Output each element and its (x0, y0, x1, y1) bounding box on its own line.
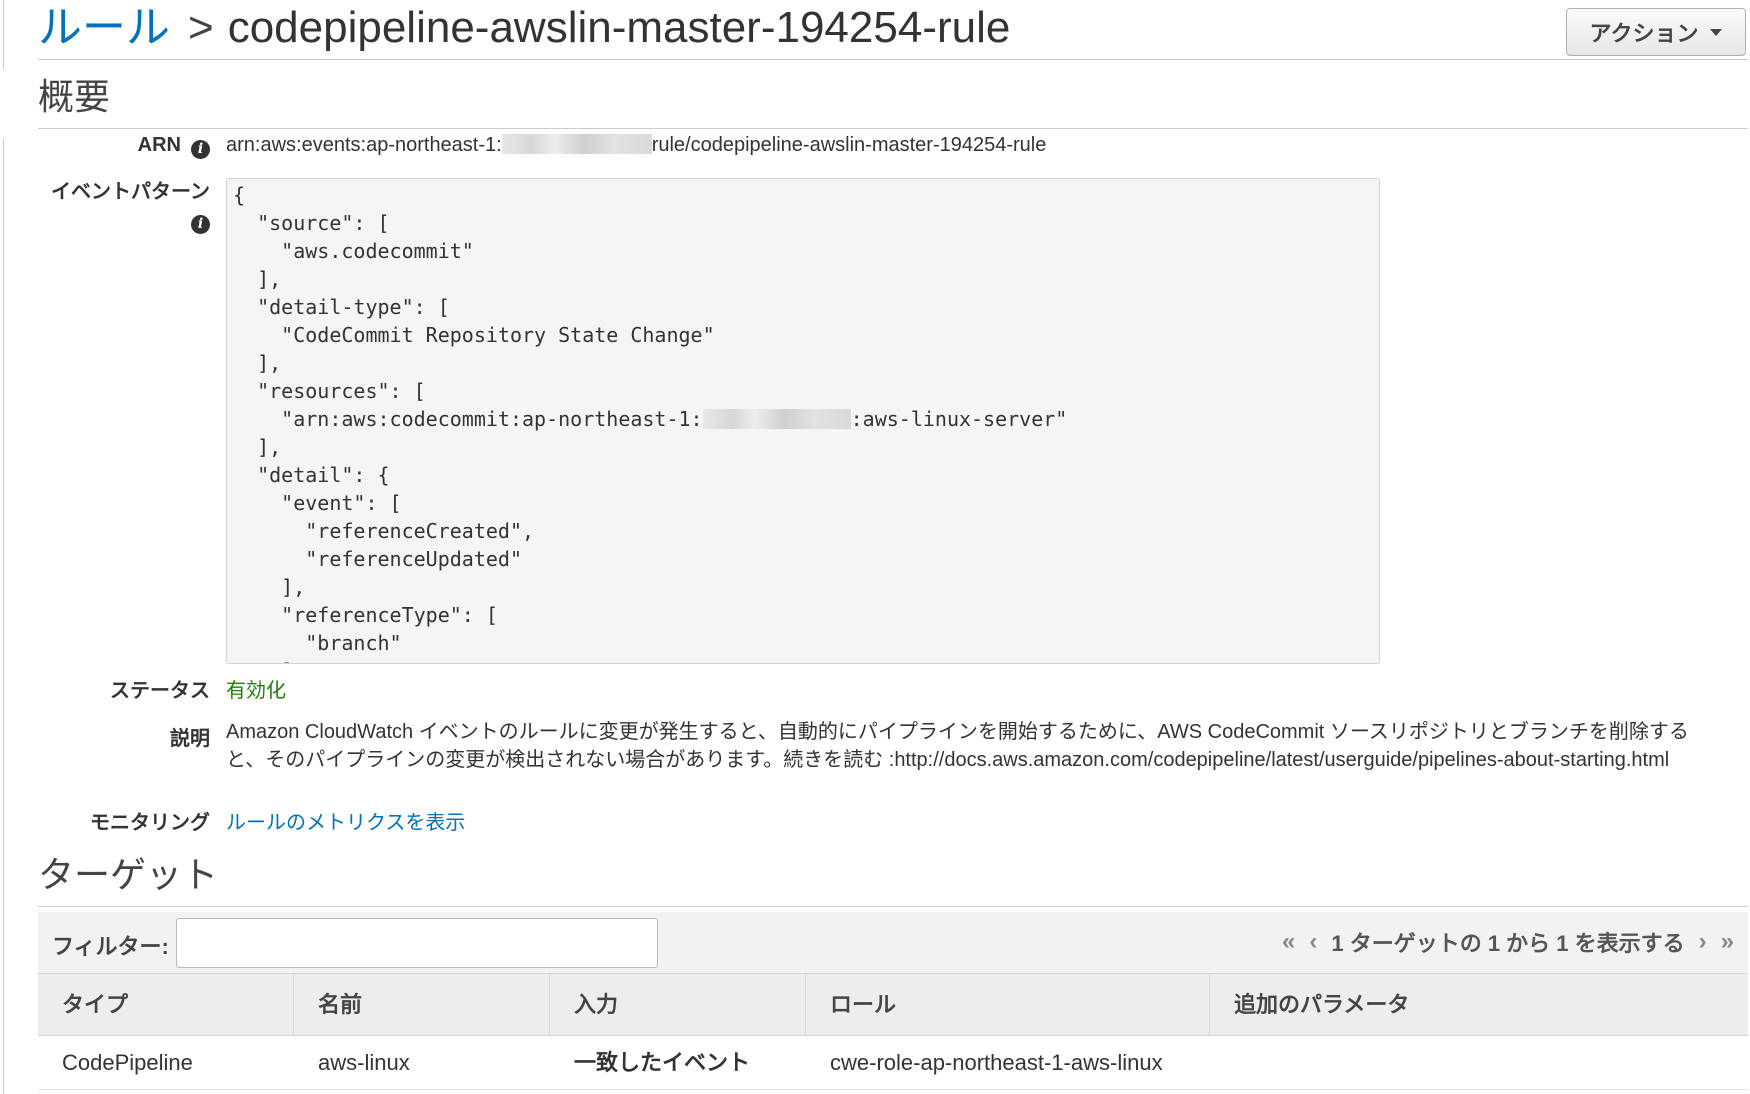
resources-suffix: :aws-linux-server" (850, 407, 1068, 431)
code-line: "arn:aws:codecommit:ap-northeast-1: :aws-… (227, 405, 1379, 433)
left-border (0, 0, 4, 70)
code-line: { (227, 181, 1379, 209)
target-extra-params (1210, 1036, 1748, 1090)
column-header-role[interactable]: ロール (806, 974, 1210, 1036)
code-line: ], (227, 433, 1379, 461)
code-line-text: "detail": { (233, 463, 390, 487)
next-page-icon[interactable]: › (1699, 928, 1707, 956)
code-line-text: ], (233, 435, 282, 459)
info-icon[interactable]: i (191, 140, 210, 159)
summary-section-title: 概要 (38, 68, 1748, 129)
code-line-text: "aws.codecommit" (233, 239, 474, 263)
code-line: "resources": [ (227, 377, 1379, 405)
page-header: ルール > codepipeline-awslin-master-194254-ru… (38, 0, 1748, 60)
code-line: "CodeCommit Repository State Change" (227, 321, 1379, 349)
breadcrumb-separator: > (188, 3, 214, 52)
code-line: "referenceUpdated" (227, 545, 1379, 573)
target-name-link[interactable]: aws-linux (294, 1036, 550, 1090)
breadcrumb-rules-link[interactable]: ルール (38, 3, 170, 52)
monitoring-label: モニタリング (90, 812, 210, 834)
code-line-text: "event": [ (233, 491, 402, 515)
redacted-account-id (501, 134, 652, 154)
column-header-extra-params[interactable]: 追加のパラメータ (1210, 974, 1748, 1036)
description-value: Amazon CloudWatch イベントのルールに変更が発生すると、自動的に… (226, 721, 1689, 771)
arn-prefix: arn:aws:events:ap-northeast-1: (226, 134, 502, 156)
event-pattern-label-text: イベントパターン (51, 181, 210, 203)
table-row[interactable]: CodePipeline aws-linux 一致したイベント cwe-role… (38, 1036, 1748, 1090)
redacted-account-id (702, 409, 851, 429)
code-line: "detail-type": [ (227, 293, 1379, 321)
left-border (0, 138, 4, 1094)
target-role-link[interactable]: cwe-role-ap-northeast-1-aws-linux (806, 1036, 1210, 1090)
actions-button-label: アクション (1589, 21, 1699, 46)
pagination-text: 1 ターゲットの 1 から 1 を表示する (1331, 931, 1685, 956)
code-line: ], (227, 265, 1379, 293)
targets-section-title: ターゲット (38, 846, 1748, 907)
code-line-text: ], (233, 267, 282, 291)
event-pattern-label: イベントパターン i (51, 178, 210, 234)
code-line: "source": [ (227, 209, 1379, 237)
actions-button[interactable]: アクション (1566, 8, 1746, 56)
targets-table: フィルター: « ‹ 1 ターゲットの 1 から 1 を表示する › » タイプ… (38, 912, 1748, 1090)
code-line: ], (227, 573, 1379, 601)
previous-page-icon[interactable]: ‹ (1309, 928, 1317, 956)
pagination: « ‹ 1 ターゲットの 1 から 1 を表示する › » (1282, 926, 1734, 958)
target-type: CodePipeline (62, 1050, 193, 1075)
code-line-text: "referenceType": [ (233, 603, 498, 627)
code-line-text: "source": [ (233, 211, 390, 235)
breadcrumb: ルール > codepipeline-awslin-master-194254-ru… (38, 0, 1010, 56)
code-line-text: "referenceCreated", (233, 519, 535, 543)
filter-bar: フィルター: « ‹ 1 ターゲットの 1 から 1 を表示する › » (38, 912, 1748, 974)
description-label: 説明 (170, 728, 210, 750)
page-title: codepipeline-awslin-master-194254-rule (227, 3, 1011, 52)
code-line-text: "referenceUpdated" (233, 547, 522, 571)
code-lines: { "source": [ "aws.codecommit" ], "detai… (227, 179, 1379, 663)
code-line: "referenceType": [ (227, 601, 1379, 629)
code-line-text: "arn:aws:codecommit:ap-northeast-1: (233, 407, 703, 431)
event-pattern-code[interactable]: { "source": [ "aws.codecommit" ], "detai… (226, 178, 1380, 664)
arn-label-text: ARN (137, 134, 181, 156)
table-header: タイプ 名前 入力 ロール 追加のパラメータ (38, 974, 1748, 1036)
code-line-text: ], (233, 351, 282, 375)
last-page-icon[interactable]: » (1721, 928, 1734, 956)
code-line-text: ], (233, 575, 306, 599)
code-line-text: ] (233, 659, 293, 663)
first-page-icon[interactable]: « (1282, 928, 1295, 956)
code-line: "referenceCreated", (227, 517, 1379, 545)
target-input: 一致したイベント (574, 1050, 751, 1075)
filter-label: フィルター: (52, 934, 169, 959)
arn-label: ARN i (138, 134, 210, 159)
column-header-type[interactable]: タイプ (38, 974, 294, 1036)
column-header-name[interactable]: 名前 (294, 974, 550, 1036)
status-value: 有効化 (226, 680, 286, 702)
code-line-text: "branch" (233, 631, 402, 655)
status-label: ステータス (110, 680, 210, 702)
code-line: "event": [ (227, 489, 1379, 517)
code-line: "detail": { (227, 461, 1379, 489)
code-line: ] (227, 657, 1379, 663)
view-rule-metrics-link[interactable]: ルールのメトリクスを表示 (226, 806, 465, 835)
code-line: "branch" (227, 629, 1379, 657)
code-line: ], (227, 349, 1379, 377)
filter-input[interactable] (176, 918, 658, 968)
code-line-text: "CodeCommit Repository State Change" (233, 323, 715, 347)
code-line: "aws.codecommit" (227, 237, 1379, 265)
code-line-text: "detail-type": [ (233, 295, 450, 319)
arn-value: arn:aws:events:ap-northeast-1: rule/codep… (226, 134, 1046, 157)
code-line-text: "resources": [ (233, 379, 426, 403)
caret-down-icon (1710, 28, 1723, 36)
code-line-text: { (233, 183, 246, 207)
info-icon[interactable]: i (191, 215, 210, 234)
column-header-input[interactable]: 入力 (550, 974, 806, 1036)
arn-suffix: rule/codepipeline-awslin-master-194254-r… (651, 134, 1047, 156)
